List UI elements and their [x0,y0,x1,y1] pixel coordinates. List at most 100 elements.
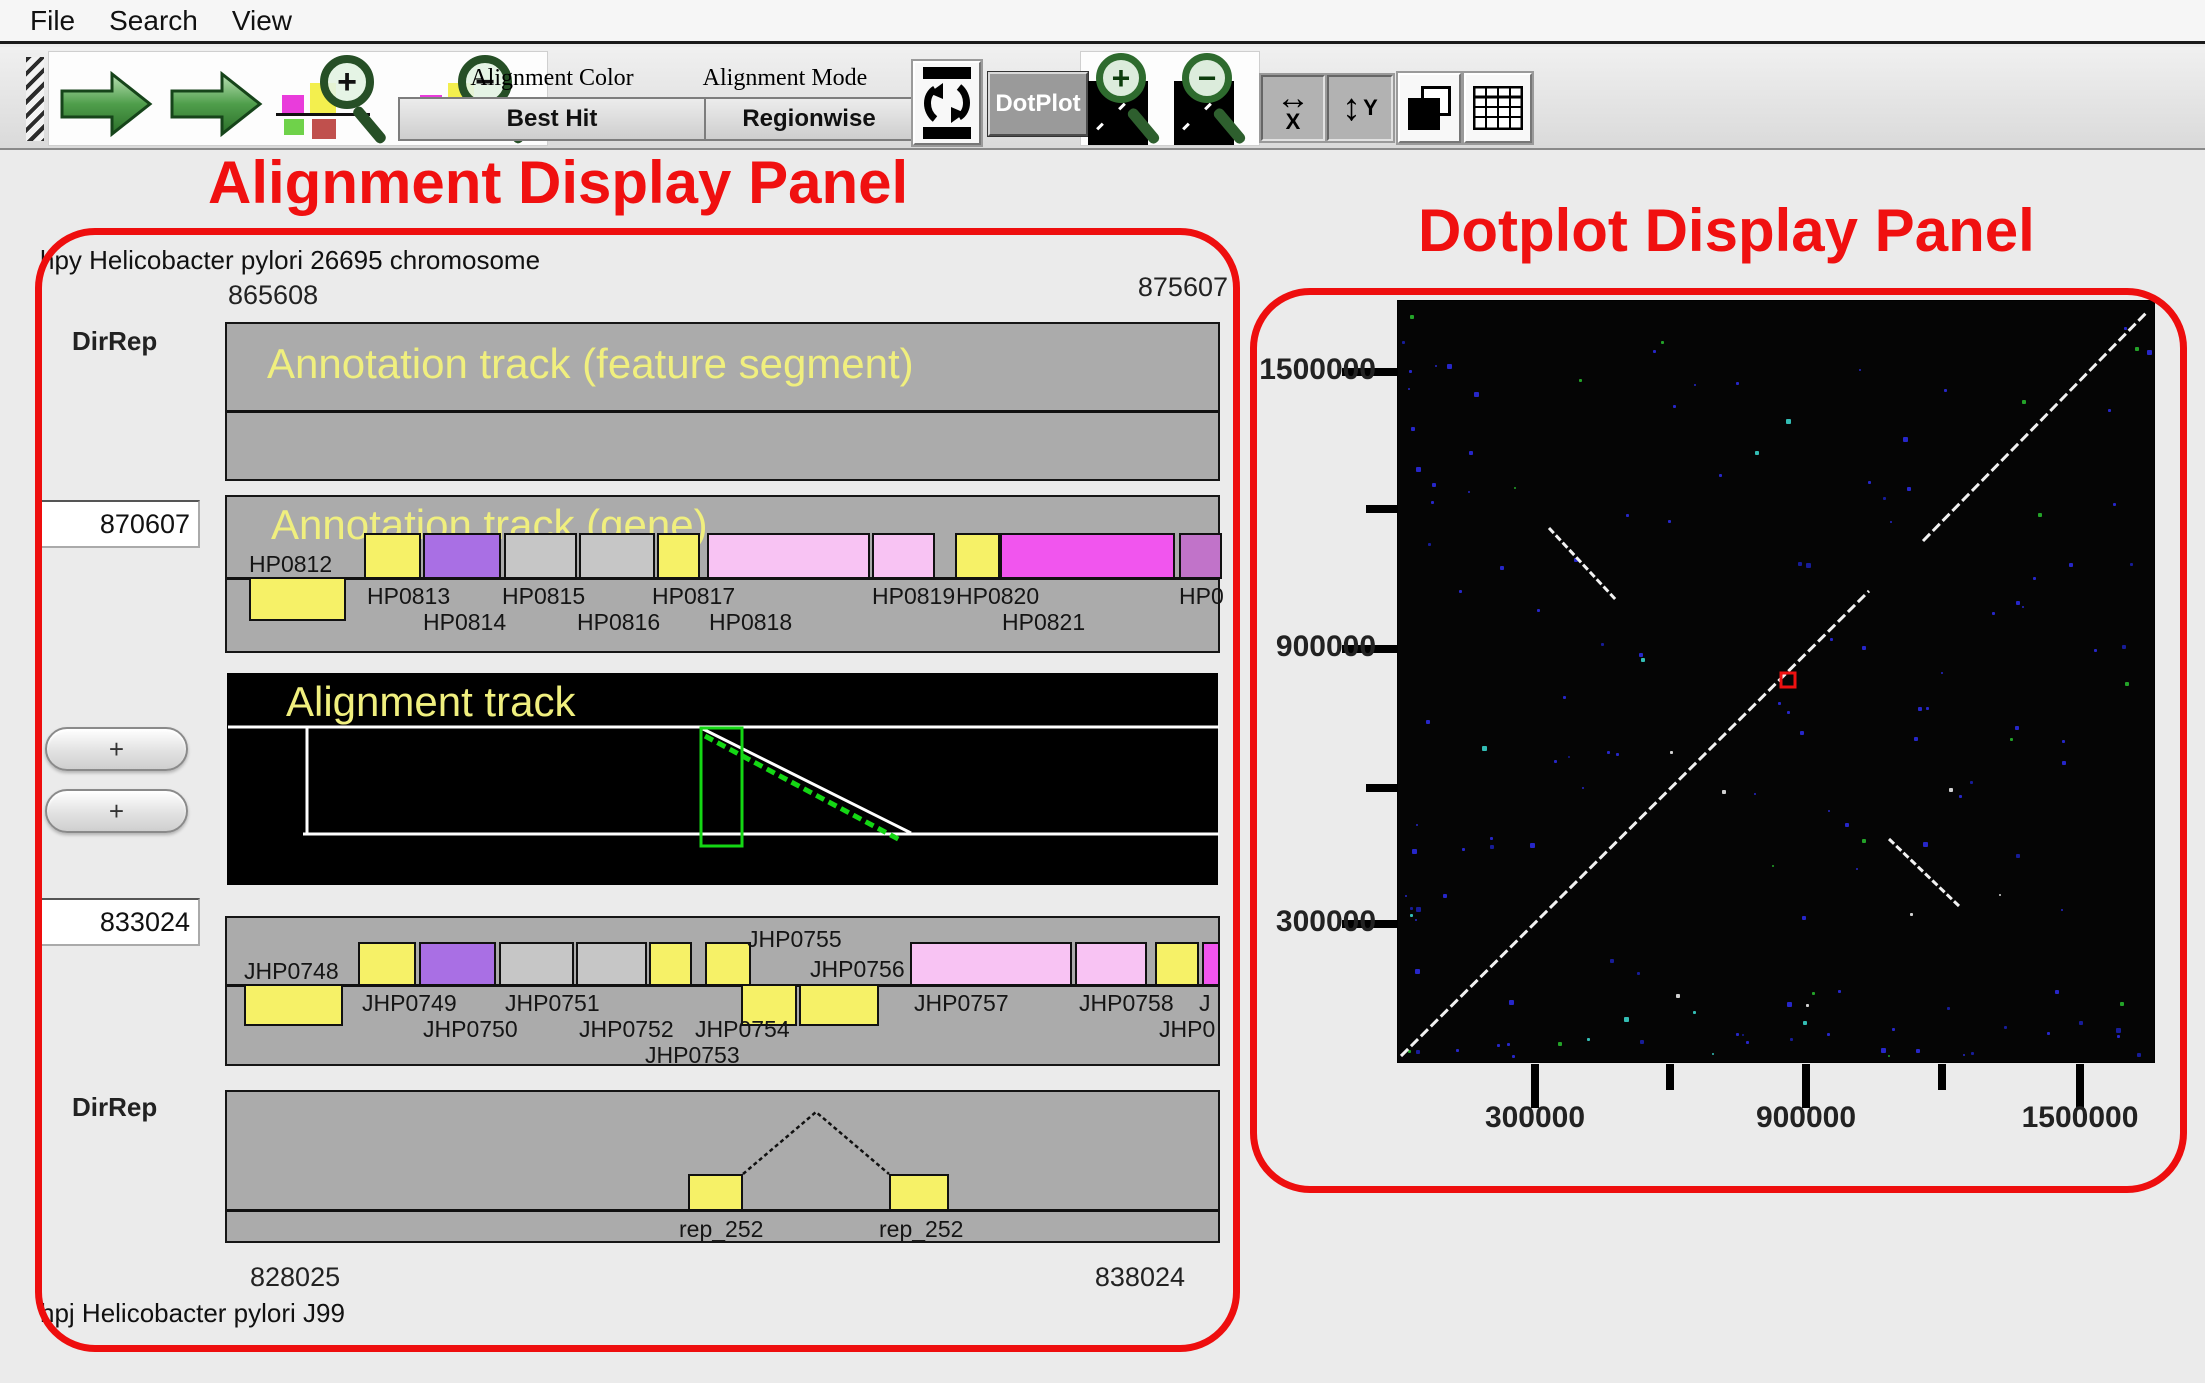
bottom-dirrep-label: DirRep [72,1092,157,1123]
zoom-out-dotplot-button[interactable]: − [1172,53,1256,149]
dotplot-match-dot [1668,520,1671,523]
dotplot-match-dot [1673,405,1676,408]
dotplot-match-dot [1431,501,1434,504]
repeat-label: rep_252 [879,1216,963,1243]
dotplot-canvas[interactable]: 15000009000003000003000009000001500000 [1397,300,2155,1063]
dotplot-match-dot [2062,740,2065,743]
bottom-start-coordinate: 828025 [250,1262,340,1293]
alignment-mode-label: Alignment Mode [656,65,914,92]
repeat-track[interactable]: rep_252rep_252 [225,1090,1220,1243]
gene-box[interactable] [649,942,692,986]
gene-box[interactable] [244,984,343,1026]
alignment-mode-select[interactable]: Regionwise [706,99,912,139]
gene-box[interactable] [955,533,1000,579]
gene-box[interactable] [1000,533,1175,579]
gene-label: JHP0749 [362,990,457,1017]
feature-track-caption: Annotation track (feature segment) [267,340,914,388]
alignment-color-select[interactable]: Best Hit [400,99,706,139]
dotplot-button[interactable]: DotPlot [988,72,1088,136]
dotplot-match-dot [1402,341,1405,344]
top-gene-track[interactable]: Annotation track (gene) HP0812HP0813HP08… [225,495,1220,653]
dotplot-match-dot [2016,854,2020,858]
gene-box[interactable] [1075,942,1147,986]
gene-label: HP0815 [502,583,585,610]
gene-box[interactable] [1202,942,1220,986]
dotplot-match-dot [1607,751,1610,754]
navigate-right-button[interactable] [168,69,266,139]
bottom-genome-name: hpj Helicobacter pylori J99 [40,1298,345,1329]
gene-box[interactable] [423,533,501,579]
magnifier-minus-icon: − [1182,53,1232,103]
bottom-gene-track[interactable]: JHP0748JHP0755JHP0756JHP0749JHP0751JHP07… [225,916,1220,1066]
gene-box[interactable] [364,533,421,579]
gene-box[interactable] [249,577,346,621]
gene-label: JHP0756 [810,956,905,983]
gene-label: HP0820 [956,583,1039,610]
table-view-button[interactable] [1464,73,1532,143]
gene-box[interactable] [910,942,1072,986]
zoom-in-alignment-button[interactable]: + [272,53,402,145]
x-letter: X [1286,113,1301,132]
menu-view[interactable]: View [232,5,292,37]
gene-box[interactable] [576,942,647,986]
dotplot-match-dot [1827,1033,1830,1036]
dotplot-match-dot [1736,382,1739,385]
gene-box[interactable] [504,533,577,579]
gene-box[interactable] [579,533,655,579]
dotplot-match-dot [1474,392,1479,397]
gene-label: HP0818 [709,609,792,636]
dotplot-match-dot [1405,895,1407,897]
dotplot-match-dot [1890,521,1892,523]
dotplot-match-dot [2022,606,2024,608]
dotplot-match-dot [1497,1044,1500,1047]
toolbar-drag-handle[interactable] [26,57,44,141]
bottom-position-field[interactable] [38,898,200,946]
navigate-left-button[interactable] [58,69,156,139]
fit-y-button[interactable]: ↕ Y [1327,75,1393,141]
repeat-box[interactable] [889,1174,949,1211]
dotplot-match-dot [1435,365,1437,367]
feature-segment-track[interactable]: Annotation track (feature segment) [225,322,1220,481]
dotplot-match-dot [1883,497,1886,500]
gene-box[interactable] [419,942,496,986]
combo-bar: Best Hit Regionwise [398,97,914,141]
gene-label: HP0817 [652,583,735,610]
gene-box[interactable] [707,533,870,579]
expand-bottom-alignment-button[interactable]: + [45,789,188,833]
expand-top-alignment-button[interactable]: + [45,727,188,771]
alignment-track[interactable]: Alignment track [227,673,1218,885]
gene-box[interactable] [1179,533,1222,579]
swap-sequences-button[interactable] [913,61,981,145]
dotplot-match-dot [1803,1021,1807,1025]
dotplot-match-dot [1778,702,1781,705]
dotplot-match-dot [1736,1033,1739,1036]
dotplot-match-dot [1563,696,1566,699]
gene-box[interactable] [872,533,935,579]
gene-box[interactable] [499,942,574,986]
gene-box[interactable] [799,984,879,1026]
zoom-in-dotplot-button[interactable]: + [1086,53,1170,149]
x-axis-tick-label: 300000 [1425,1101,1645,1135]
dotplot-match-dot [1755,451,1759,455]
dotplot-match-dot [2124,327,2127,330]
dotplot-match-dot [1426,720,1430,724]
top-position-field[interactable] [38,500,200,548]
dotplot-match-dot [2055,990,2059,994]
gene-box[interactable] [705,942,751,986]
dotplot-match-dot [1742,1034,1744,1036]
menu-search[interactable]: Search [109,5,198,37]
dotplot-match-dot [1798,562,1802,566]
dotplot-match-dot [1443,894,1447,898]
gene-box[interactable] [1155,942,1199,986]
dotplot-match-dot [1772,865,1774,867]
menu-file[interactable]: File [30,5,75,37]
y-axis-minor-tick [1366,505,1398,513]
windows-button[interactable] [1398,73,1461,143]
dotplot-match-dot [1416,1050,1420,1054]
repeat-box[interactable] [688,1174,743,1211]
gene-box[interactable] [657,533,700,579]
top-genome-name: hpy Helicobacter pylori 26695 chromosome [40,245,540,276]
fit-x-button[interactable]: ↔ X [1261,75,1325,141]
dotplot-match-dot [2022,400,2026,404]
gene-box[interactable] [358,942,416,986]
